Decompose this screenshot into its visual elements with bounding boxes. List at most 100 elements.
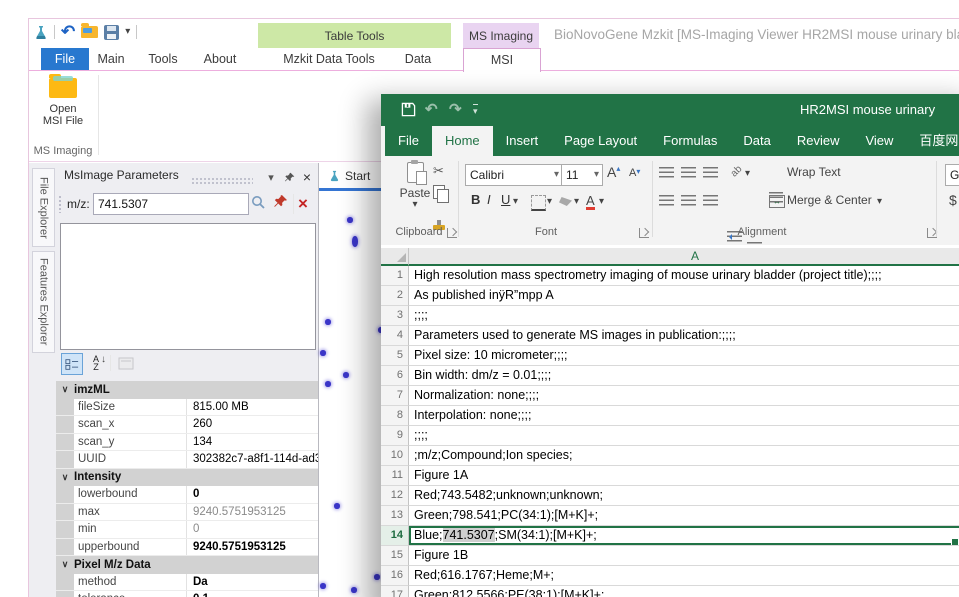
cell-A15[interactable]: Figure 1B	[409, 546, 959, 566]
row-header-14[interactable]: 14	[381, 526, 409, 546]
clear-mz-icon[interactable]: ×	[298, 192, 308, 216]
row-header-15[interactable]: 15	[381, 546, 409, 566]
mzkit-tab-tools[interactable]: Tools	[137, 48, 189, 70]
property-method[interactable]: methodDa	[56, 574, 318, 592]
cell-A16[interactable]: Red;616.1767;Heme;M+;	[409, 566, 959, 586]
cell-A17[interactable]: Green;812.5566;PE(38:1);[M+K]+;	[409, 586, 959, 597]
property-value[interactable]: 302382c7-a8f1-114d-ad30	[187, 453, 318, 465]
collapse-chevron-icon[interactable]: ∨	[56, 384, 74, 395]
excel-tab-insert[interactable]: Insert	[493, 126, 552, 156]
mzkit-tab-about[interactable]: About	[193, 48, 247, 70]
align-middle-icon[interactable]	[681, 167, 696, 178]
shrink-font-button[interactable]: A▾	[629, 167, 640, 179]
toolbar-drag-handle[interactable]	[58, 195, 62, 213]
row-header-4[interactable]: 4	[381, 326, 409, 346]
cell-A3[interactable]: ;;;;	[409, 306, 959, 326]
fill-color-caret-icon[interactable]: ▾	[574, 197, 579, 207]
open-msi-file-button[interactable]: Open MSI File	[35, 75, 91, 147]
excel-qat-dropdown-icon[interactable]: ▾	[473, 104, 478, 117]
font-color-icon[interactable]: A	[586, 194, 595, 210]
paste-button[interactable]: Paste ▾	[395, 162, 435, 210]
sort-alphabetical-icon[interactable]: AZ ↓	[86, 353, 106, 373]
font-name-combo[interactable]: Calibri ▾	[465, 164, 563, 186]
mzkit-tab-main[interactable]: Main	[89, 48, 133, 70]
qat-dropdown-icon[interactable]: ▾	[125, 27, 130, 37]
property-value[interactable]: Da	[187, 576, 318, 588]
cut-icon[interactable]: ✂	[433, 163, 444, 179]
underline-caret-icon[interactable]: ▾	[513, 197, 518, 207]
property-value[interactable]: 0.1	[187, 593, 318, 597]
grow-font-button[interactable]: A▴	[607, 164, 620, 180]
merge-center-caret-icon[interactable]: ▾	[877, 197, 882, 207]
collapse-chevron-icon[interactable]: ∨	[56, 559, 74, 570]
cell-A6[interactable]: Bin width: dm/z = 0.01;;;;	[409, 366, 959, 386]
row-header-16[interactable]: 16	[381, 566, 409, 586]
row-header-8[interactable]: 8	[381, 406, 409, 426]
copy-icon[interactable]	[433, 185, 445, 199]
cell-A7[interactable]: Normalization: none;;;;	[409, 386, 959, 406]
row-header-10[interactable]: 10	[381, 446, 409, 466]
row-header-11[interactable]: 11	[381, 466, 409, 486]
cell-A12[interactable]: Red;743.5482;unknown;unknown;	[409, 486, 959, 506]
property-value[interactable]: 0	[187, 523, 318, 535]
property-tolerance[interactable]: tolerance0.1	[56, 591, 318, 597]
property-category-imzml[interactable]: ∨imzML	[56, 381, 318, 399]
excel-save-icon[interactable]	[401, 102, 416, 117]
property-filesize[interactable]: fileSize815.00 MB	[56, 399, 318, 417]
row-header-1[interactable]: 1	[381, 266, 409, 286]
categorized-view-icon[interactable]	[61, 353, 83, 375]
cell-A5[interactable]: Pixel size: 10 micrometer;;;;	[409, 346, 959, 366]
orientation-icon[interactable]: ab	[729, 164, 745, 180]
excel-tab-view[interactable]: View	[852, 126, 906, 156]
cell-A9[interactable]: ;;;;	[409, 426, 959, 446]
property-scan-x[interactable]: scan_x260	[56, 416, 318, 434]
property-value[interactable]: 9240.5751953125	[187, 541, 318, 553]
property-category-pixel-m-z-data[interactable]: ∨Pixel M/z Data	[56, 556, 318, 574]
row-header-9[interactable]: 9	[381, 426, 409, 446]
excel-tab-page-layout[interactable]: Page Layout	[551, 126, 650, 156]
mzkit-tab-msi-active[interactable]: MSI	[463, 48, 541, 72]
property-value[interactable]: 134	[187, 436, 318, 448]
align-center-icon[interactable]	[681, 195, 696, 206]
borders-caret-icon[interactable]: ▾	[547, 197, 552, 207]
excel-tab-file[interactable]: File	[385, 126, 432, 156]
italic-button[interactable]: I	[487, 192, 491, 207]
excel-redo-icon[interactable]: ↷	[449, 100, 462, 118]
select-all-corner[interactable]	[381, 248, 409, 266]
excel-tab-review[interactable]: Review	[784, 126, 853, 156]
fill-handle[interactable]	[951, 538, 959, 546]
excel-tab-formulas[interactable]: Formulas	[650, 126, 730, 156]
cell-A10[interactable]: ;m/z;Compound;Ion species;	[409, 446, 959, 466]
open-folder-icon[interactable]	[81, 26, 98, 38]
wrap-text-button[interactable]: Wrap Text	[787, 165, 841, 179]
fill-color-icon[interactable]	[559, 197, 572, 206]
align-top-icon[interactable]	[659, 167, 674, 178]
row-header-3[interactable]: 3	[381, 306, 409, 326]
row-header-12[interactable]: 12	[381, 486, 409, 506]
cell-A1[interactable]: High resolution mass spectrometry imagin…	[409, 266, 959, 286]
property-lowerbound[interactable]: lowerbound0	[56, 486, 318, 504]
panel-close-icon[interactable]: ×	[299, 169, 315, 185]
property-min[interactable]: min0	[56, 521, 318, 539]
property-value[interactable]: 9240.5751953125	[187, 506, 318, 518]
row-header-5[interactable]: 5	[381, 346, 409, 366]
cell-A11[interactable]: Figure 1A	[409, 466, 959, 486]
property-max[interactable]: max9240.5751953125	[56, 504, 318, 522]
cell-A14[interactable]: Blue;741.5307;SM(34:1);[M+K]+;	[409, 526, 959, 546]
mzkit-tab-data-viewer[interactable]: Data Viewer	[389, 48, 447, 70]
property-uuid[interactable]: UUID302382c7-a8f1-114d-ad30	[56, 451, 318, 469]
borders-icon[interactable]	[531, 195, 546, 211]
bold-button[interactable]: B	[471, 192, 480, 207]
undo-icon[interactable]: ↶	[61, 25, 75, 39]
row-header-6[interactable]: 6	[381, 366, 409, 386]
font-size-combo[interactable]: 11 ▾	[561, 164, 603, 186]
save-icon[interactable]	[104, 25, 119, 40]
sidebar-tab-file-explorer[interactable]: File Explorer	[32, 168, 55, 247]
row-header-7[interactable]: 7	[381, 386, 409, 406]
sidebar-tab-features-explorer[interactable]: Features Explorer	[32, 251, 55, 353]
panel-drag-grip[interactable]	[191, 177, 253, 184]
pin-mz-icon[interactable]	[273, 194, 288, 209]
property-scan-y[interactable]: scan_y134	[56, 434, 318, 452]
excel-tab-home[interactable]: Home	[432, 126, 493, 156]
excel-undo-icon[interactable]: ↶	[425, 100, 438, 118]
